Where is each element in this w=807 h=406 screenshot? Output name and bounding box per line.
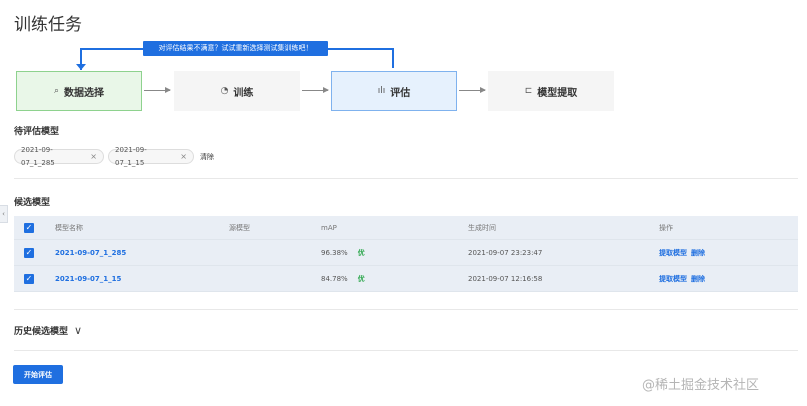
history-candidates-toggle[interactable]: 历史候选模型 ∨: [14, 324, 82, 337]
close-icon[interactable]: ×: [180, 150, 187, 163]
clear-button[interactable]: 清除: [200, 152, 214, 162]
loop-arrow-icon: [76, 64, 86, 70]
col-time-header: 生成时间: [468, 224, 496, 232]
extract-model-link[interactable]: 提取模型: [659, 249, 687, 257]
table-header: ✓ 模型名称 源模型 mAP 生成时间 操作: [14, 216, 798, 240]
model-name-link[interactable]: 2021-09-07_1_15: [55, 266, 121, 292]
step-train[interactable]: ◔ 训练: [174, 71, 300, 111]
step-data-selection[interactable]: ⌕ 数据选择: [16, 71, 142, 111]
data-select-icon: ⌕: [53, 86, 60, 96]
chip-label: 2021-09-07_1_15: [115, 145, 147, 167]
pending-section-title: 待评估模型: [14, 127, 60, 137]
page-title: 训练任务: [14, 15, 82, 35]
history-label: 历史候选模型: [14, 327, 69, 337]
ops-cell: 提取模型 删除: [659, 266, 709, 292]
step-label: 训练: [233, 87, 254, 99]
delete-link[interactable]: 删除: [691, 249, 705, 257]
candidate-section-title: 候选模型: [14, 198, 51, 208]
created-time: 2021-09-07 12:16:58: [468, 275, 543, 283]
select-all-checkbox[interactable]: ✓: [24, 223, 34, 233]
loop-back-line-right: [328, 48, 394, 68]
start-evaluation-button[interactable]: 开始评估: [13, 365, 63, 384]
col-source-header: 源模型: [229, 224, 250, 232]
step-label: 模型提取: [537, 87, 578, 99]
extract-icon: ⊏: [524, 86, 533, 96]
step-label: 数据选择: [64, 87, 105, 99]
candidate-table: ✓ 模型名称 源模型 mAP 生成时间 操作 ✓ 2021-09-07_1_28…: [14, 216, 798, 292]
step-label: 评估: [390, 87, 411, 99]
table-row: ✓ 2021-09-07_1_285 96.38% 优 2021-09-07 23…: [14, 240, 798, 266]
loop-back-line: [80, 48, 144, 70]
delete-link[interactable]: 删除: [691, 275, 705, 283]
grade-badge: 优: [357, 275, 365, 283]
chevron-down-icon: ∨: [74, 324, 83, 337]
sidebar-collapse-toggle[interactable]: ‹: [0, 205, 8, 223]
pending-model-chip: 2021-09-07_1_285 ×: [14, 146, 104, 167]
chip-label: 2021-09-07_1_285: [21, 145, 55, 167]
extract-model-link[interactable]: 提取模型: [659, 275, 687, 283]
flow-arrow: [144, 87, 171, 93]
flow-arrow: [459, 87, 486, 93]
flow-arrow: [302, 87, 329, 93]
created-time: 2021-09-07 23:23:47: [468, 249, 543, 257]
map-value: 96.38%: [321, 249, 348, 257]
chevron-left-icon: ‹: [2, 210, 5, 218]
divider: [14, 309, 798, 310]
divider: [14, 178, 798, 179]
map-cell: 96.38% 优: [321, 240, 365, 266]
map-cell: 84.78% 优: [321, 266, 365, 292]
train-icon: ◔: [220, 86, 229, 96]
grade-badge: 优: [357, 249, 365, 257]
map-value: 84.78%: [321, 275, 348, 283]
row-checkbox[interactable]: ✓: [24, 248, 34, 258]
step-model-extract[interactable]: ⊏ 模型提取: [488, 71, 614, 111]
col-map-header: mAP: [321, 224, 337, 232]
col-name-header: 模型名称: [55, 224, 83, 232]
pending-model-chip: 2021-09-07_1_15 ×: [108, 146, 194, 167]
watermark: @稀土掘金技术社区: [642, 378, 760, 393]
table-row: ✓ 2021-09-07_1_15 84.78% 优 2021-09-07 12:…: [14, 266, 798, 292]
step-evaluate[interactable]: ılı 评估: [331, 71, 457, 111]
divider: [14, 350, 798, 351]
ops-cell: 提取模型 删除: [659, 240, 709, 266]
retrain-callout[interactable]: 对评估结果不满意？试试重新选择测试集训练吧！: [143, 41, 328, 56]
model-name-link[interactable]: 2021-09-07_1_285: [55, 240, 126, 266]
close-icon[interactable]: ×: [90, 150, 97, 163]
chart-icon: ılı: [377, 86, 386, 96]
col-ops-header: 操作: [659, 224, 673, 232]
row-checkbox[interactable]: ✓: [24, 274, 34, 284]
